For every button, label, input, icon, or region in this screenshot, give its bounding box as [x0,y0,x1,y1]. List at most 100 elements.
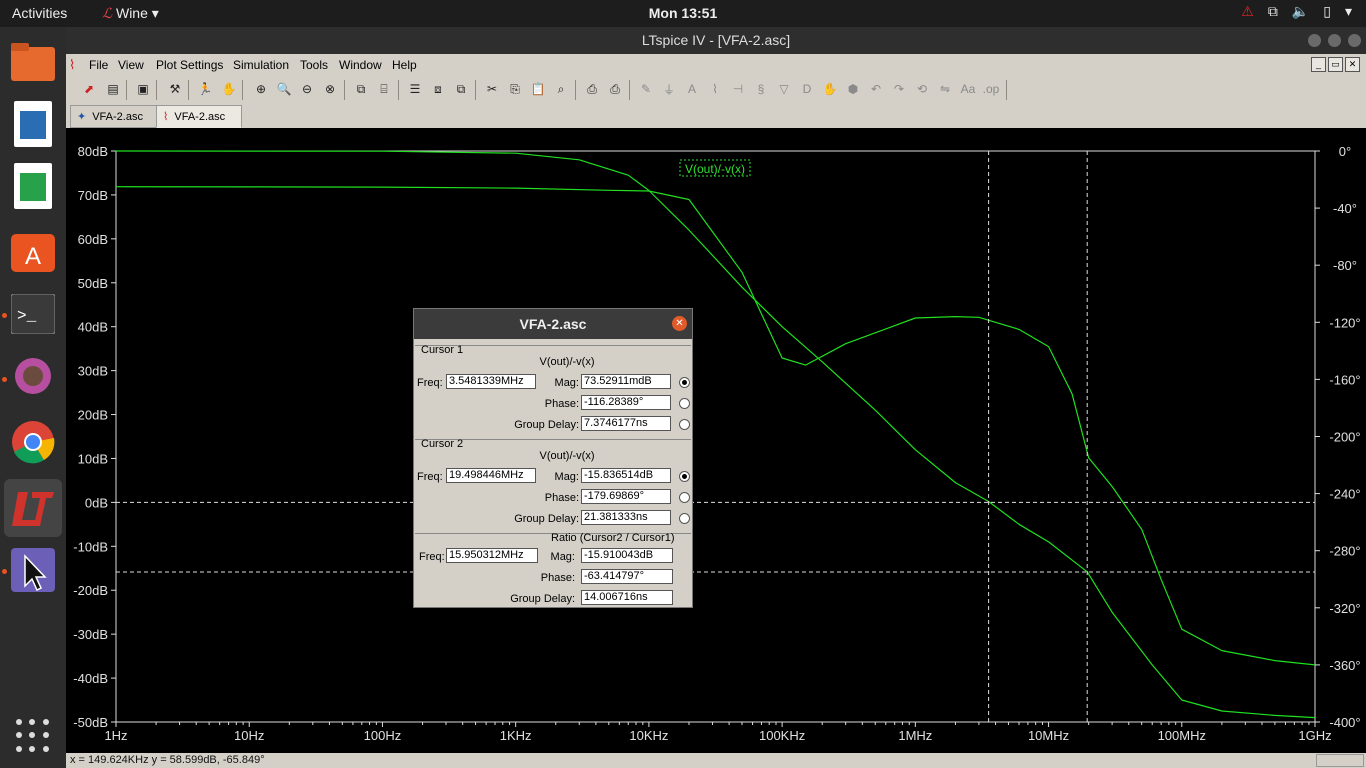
drag-icon[interactable]: ⬢ [844,80,862,98]
close-icon[interactable] [1348,34,1361,47]
ratio-freq-field[interactable]: 15.950312MHz [446,548,538,563]
new-schematic-icon[interactable]: ⬈ [80,80,98,98]
ratio-phase-field[interactable]: -63.414797° [581,569,673,584]
bode-plot[interactable]: 1Hz 10Hz 100Hz 1KHz 10KHz 100KHz 1MHz 10MHz 100M… [66,128,1366,753]
cursor1-freq-field[interactable]: 3.5481339MHz [446,374,536,389]
cursor1-phase-radio[interactable] [679,398,690,409]
plot-pane[interactable]: 1Hz 10Hz 100Hz 1KHz 10KHz 100KHz 1MHz 10MHz 100M… [66,128,1366,753]
undo-icon[interactable]: ↶ [867,80,885,98]
activities-button[interactable]: Activities [12,5,67,21]
pan-icon[interactable]: ✋ [220,80,238,98]
print-preview-icon[interactable]: ⎙ [583,80,601,98]
cut-icon[interactable]: ✂ [483,80,501,98]
clock[interactable]: Mon 13:51 [0,5,1366,21]
open-icon[interactable]: ▤ [104,80,122,98]
copy-icon[interactable]: ⎘ [506,80,524,98]
move-icon[interactable]: ✋ [821,80,839,98]
tile-vertical-icon[interactable]: ⧈ [429,80,447,98]
spice-directive-icon[interactable]: .op [982,80,1000,98]
cursor2-freq-field[interactable]: 19.498446MHz [446,468,536,483]
cursor2-group-delay-field[interactable]: 21.381333ns [581,510,671,525]
ratio-mag-field[interactable]: -15.910043dB [581,548,673,563]
cursor1-phase-field[interactable]: -116.28389° [581,395,671,410]
y-left-tick-label: 40dB [78,320,108,335]
cursor2-mag-field[interactable]: -15.836514dB [581,468,671,483]
cursor2-group-delay-radio[interactable] [679,513,690,524]
text-icon[interactable]: Aa [959,80,977,98]
y-right-tick-label: -160° [1329,372,1360,387]
menu-simulation[interactable]: Simulation [233,58,289,72]
menu-plot-settings[interactable]: Plot Settings [156,58,223,72]
cursor1-mag-radio[interactable] [679,377,690,388]
mag-label: Mag: [550,551,575,563]
print-icon[interactable]: ⎙ [606,80,624,98]
paste-icon[interactable]: 📋 [529,80,547,98]
warning-icon[interactable]: ⚠ [1241,3,1254,20]
cursor1-group-delay-radio[interactable] [679,419,690,430]
cursor1-mag-field[interactable]: 73.52911mdB [581,374,671,389]
zoom-out-icon[interactable]: ⊖ [298,80,316,98]
ground-icon[interactable]: ⏚ [660,80,678,98]
show-applications-icon[interactable] [16,719,50,753]
redo-icon[interactable]: ↷ [890,80,908,98]
battery-icon: ▯ [1323,3,1331,19]
tab-schematic[interactable]: ✦ VFA-2.asc [70,105,158,128]
cursor2-phase-radio[interactable] [679,492,690,503]
component-icon[interactable]: D [798,80,816,98]
files-icon[interactable] [8,37,58,87]
zoom-icon[interactable]: 🔍 [275,80,293,98]
maximize-icon[interactable] [1328,34,1341,47]
capacitor-icon[interactable]: ⊣ [729,80,747,98]
gimp-icon[interactable] [8,353,58,403]
menu-file[interactable]: File [89,58,108,72]
tile-horizontal-icon[interactable]: ☰ [406,80,424,98]
cursor2-phase-field[interactable]: -179.69869° [581,489,671,504]
save-icon[interactable]: ▣ [134,80,152,98]
close-icon[interactable]: ✕ [672,316,687,331]
app-menu-button[interactable]: ℒ Wine ▾ [102,5,159,22]
system-tray[interactable]: ⚠ ⧉ 🔈 ▯ ▾ [1241,3,1352,20]
calc-icon[interactable] [8,161,58,211]
inductor-icon[interactable]: § [752,80,770,98]
plot-window-icon[interactable]: ⌇ [69,57,75,73]
zoom-fit-icon[interactable]: ⊗ [321,80,339,98]
menu-help[interactable]: Help [392,58,417,72]
window-titlebar[interactable]: LTspice IV - [VFA-2.asc] [66,27,1366,54]
cursor2-mag-radio[interactable] [679,471,690,482]
autorange-icon[interactable]: ⧉ [352,80,370,98]
screenshot-icon[interactable] [8,545,58,595]
cascade-icon[interactable]: ⧉ [452,80,470,98]
group-delay-label: Group Delay: [510,593,575,605]
mark-unref-icon[interactable]: ⌸ [375,80,393,98]
cursor1-group-delay-field[interactable]: 7.3746177ns [581,416,671,431]
mirror-icon[interactable]: ⇋ [936,80,954,98]
control-panel-icon[interactable]: ⚒ [166,80,184,98]
mdi-minimize-icon[interactable]: _ [1311,57,1326,72]
find-icon[interactable]: ⌕ [552,80,570,98]
minimize-icon[interactable] [1308,34,1321,47]
wire-icon[interactable]: ✎ [637,80,655,98]
software-center-icon[interactable]: A [8,225,58,275]
terminal-icon[interactable]: >_ [8,289,58,339]
resistor-icon[interactable]: ⌇ [706,80,724,98]
diode-icon[interactable]: ▽ [775,80,793,98]
zoom-in-icon[interactable]: ⊕ [252,80,270,98]
dialog-titlebar[interactable]: VFA-2.asc ✕ [414,309,692,339]
gnome-top-bar: Activities ℒ Wine ▾ Mon 13:51 ⚠ ⧉ 🔈 ▯ ▾ [0,0,1366,27]
label-net-icon[interactable]: A [683,80,701,98]
tab-plot[interactable]: ⌇ VFA-2.asc [156,105,242,128]
menu-tools[interactable]: Tools [300,58,328,72]
mdi-close-icon[interactable]: ✕ [1345,57,1360,72]
trace-title[interactable]: V(out)/-v(x) [685,162,745,176]
y-left-tick-label: 20dB [78,408,108,423]
y-right-tick-label: -280° [1329,544,1360,559]
mdi-restore-icon[interactable]: ▭ [1328,57,1343,72]
rotate-icon[interactable]: ⟲ [913,80,931,98]
run-icon[interactable]: 🏃 [196,80,214,98]
chrome-icon[interactable] [8,417,58,467]
menu-view[interactable]: View [118,58,144,72]
ratio-group-delay-field[interactable]: 14.006716ns [581,590,673,605]
menu-window[interactable]: Window [339,58,382,72]
writer-icon[interactable] [8,99,58,149]
ltspice-icon[interactable] [4,479,62,537]
